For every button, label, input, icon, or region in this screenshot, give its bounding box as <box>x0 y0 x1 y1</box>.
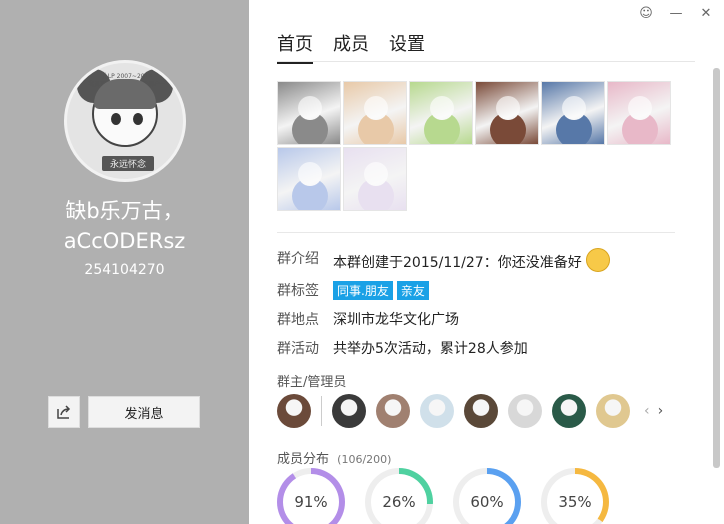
ring-label: 35% <box>558 493 592 511</box>
avatar-badge: 永远怀念 <box>102 156 155 171</box>
photo-figure <box>628 96 652 120</box>
photo-figure <box>430 96 454 120</box>
send-message-button[interactable]: 发消息 <box>88 396 200 428</box>
distribution-count: (106/200) <box>337 453 392 466</box>
distribution-rings: 91% 26% 60% 35% <box>277 468 609 524</box>
group-location-row: 群地点 深圳市龙华文化广场 <box>277 309 459 329</box>
group-name-line1: 缺b乐万古， <box>65 199 184 223</box>
distribution-ring[interactable]: 35% <box>541 468 609 524</box>
section-divider <box>277 232 675 233</box>
photo-figure <box>364 162 388 186</box>
intro-value: 本群创建于2015/11/27：你还没准备好 <box>333 255 582 271</box>
admin-avatar[interactable] <box>376 394 410 428</box>
group-intro-row: 群介绍 本群创建于2015/11/27：你还没准备好 <box>277 244 610 272</box>
album-photo[interactable] <box>343 147 407 211</box>
admin-avatar[interactable] <box>508 394 542 428</box>
chevron-left-icon[interactable]: ‹ <box>644 403 650 419</box>
tab-members[interactable]: 成员 <box>333 30 369 64</box>
admin-avatar[interactable] <box>464 394 498 428</box>
share-icon <box>57 405 71 419</box>
album-photo[interactable] <box>541 81 605 145</box>
tab-settings[interactable]: 设置 <box>389 30 425 64</box>
share-button[interactable] <box>48 396 80 428</box>
location-value: 深圳市龙华文化广场 <box>333 312 459 328</box>
distribution-label: 成员分布 <box>277 452 330 467</box>
photo-figure <box>298 162 322 186</box>
group-profile-panel: 扎LP 2007~2018 我真喜欢你，也不会欺骗户一分钟 永远怀念 缺b乐万古… <box>0 0 249 524</box>
album-photo[interactable] <box>409 81 473 145</box>
ring-label: 60% <box>470 493 504 511</box>
group-activity-row: 群活动 共举办5次活动，累计28人参加 <box>277 338 528 358</box>
admin-avatar[interactable] <box>420 394 454 428</box>
ring-label: 91% <box>294 493 328 511</box>
avatar-eye <box>111 113 121 125</box>
photo-figure <box>562 96 586 120</box>
activity-label: 群活动 <box>277 341 319 357</box>
admin-list: ‹ › <box>277 394 663 428</box>
minimize-icon[interactable]: — <box>666 6 686 21</box>
distribution-ring[interactable]: 60% <box>453 468 521 524</box>
tag-chip[interactable]: 同事.朋友 <box>333 280 393 300</box>
tags-label: 群标签 <box>277 283 319 299</box>
group-album <box>277 81 697 211</box>
emoji-icon <box>585 248 610 272</box>
tab-bar: 首页 成员 设置 <box>277 30 425 64</box>
photo-figure <box>496 96 520 120</box>
album-photo[interactable] <box>475 81 539 145</box>
album-photo[interactable] <box>607 81 671 145</box>
tag-chip[interactable]: 亲友 <box>396 280 429 300</box>
photo-figure <box>364 96 388 120</box>
admin-avatar[interactable] <box>332 394 366 428</box>
admin-pager: ‹ › <box>644 403 663 419</box>
tab-home[interactable]: 首页 <box>277 30 313 64</box>
owner-separator <box>321 396 322 426</box>
group-name-line2: aCcODERsz <box>63 229 186 253</box>
distribution-ring[interactable]: 91% <box>277 468 345 524</box>
distribution-ring[interactable]: 26% <box>365 468 433 524</box>
window-controls: ☺ — ✕ <box>636 6 716 21</box>
intro-label: 群介绍 <box>277 251 319 267</box>
photo-figure <box>298 96 322 120</box>
album-photo[interactable] <box>343 81 407 145</box>
group-id: 254104270 <box>84 262 165 278</box>
scrollbar[interactable] <box>713 68 720 468</box>
group-name: 缺b乐万古， aCcODERsz <box>0 196 249 256</box>
album-photo[interactable] <box>277 81 341 145</box>
chevron-right-icon[interactable]: › <box>658 403 664 419</box>
admins-title: 群主/管理员 <box>277 375 347 390</box>
tab-divider <box>277 61 695 62</box>
group-tags-row: 群标签 同事.朋友 亲友 <box>277 280 433 300</box>
location-label: 群地点 <box>277 312 319 328</box>
skin-icon[interactable]: ☺ <box>636 6 656 21</box>
distribution-title: 成员分布 (106/200) <box>277 448 391 467</box>
group-detail-panel: ☺ — ✕ 首页 成员 设置 群介绍 本群创建于2015/11/27：你还没准备… <box>249 0 724 524</box>
admin-avatar[interactable] <box>277 394 311 428</box>
close-icon[interactable]: ✕ <box>696 6 716 21</box>
activity-value: 共举办5次活动，累计28人参加 <box>333 341 528 357</box>
admin-avatar[interactable] <box>596 394 630 428</box>
album-photo[interactable] <box>277 147 341 211</box>
group-avatar[interactable]: 扎LP 2007~2018 我真喜欢你，也不会欺骗户一分钟 永远怀念 <box>64 60 186 182</box>
avatar-eye <box>133 113 143 125</box>
ring-label: 26% <box>382 493 416 511</box>
admin-avatar[interactable] <box>552 394 586 428</box>
